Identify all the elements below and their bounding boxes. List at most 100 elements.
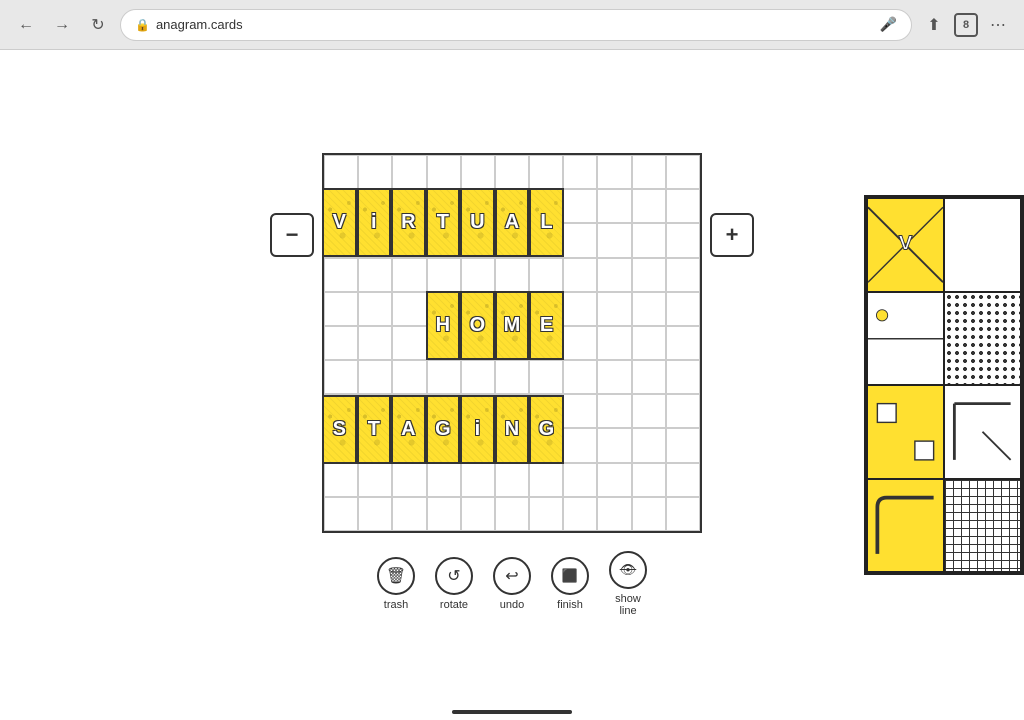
grid-cell [427,463,461,497]
grid-cell [427,155,461,189]
preview-cell-4 [944,292,1021,386]
grid-cell [495,155,529,189]
zoom-grid-row: − V i R T U A L H [270,153,754,533]
finish-label: finish [557,599,583,611]
tile-g2: G [529,395,564,464]
grid-cell [358,155,392,189]
rotate-tool[interactable]: ↺ rotate [435,557,473,611]
grid-cell [529,155,563,189]
preview-cell-8 [944,479,1021,573]
grid-cell [324,360,358,394]
browser-chrome: ← → ↻ 🔒 anagram.cards 🎤 ⬆ 8 ⋯ [0,0,1024,50]
tile-i: i [357,188,392,257]
grid-cell [324,326,358,360]
grid-cell [392,258,426,292]
grid-cell [666,292,700,326]
tile-g: G [426,395,461,464]
back-button[interactable]: ← [12,11,40,39]
address-bar[interactable]: 🔒 anagram.cards 🎤 [120,9,912,41]
grid-cell [563,326,597,360]
menu-button[interactable]: ⋯ [984,11,1012,39]
forward-button[interactable]: → [48,11,76,39]
tile-a: A [495,188,530,257]
grid-cell [358,360,392,394]
finish-icon: ⬛ [551,557,589,595]
zoom-out-button[interactable]: − [270,213,314,257]
word-home: H O M E [426,291,564,360]
tab-count[interactable]: 8 [954,13,978,37]
grid-cell [358,463,392,497]
tile-v: V [322,188,357,257]
show-line-tool[interactable]: 👁 showline [609,551,647,617]
grid-cell [563,155,597,189]
grid-cell [427,360,461,394]
tile-a2: A [391,395,426,464]
preview-svg-3 [868,293,943,385]
grid-cell [392,326,426,360]
grid-cell [392,292,426,326]
grid-cell [666,497,700,531]
grid-cell [461,155,495,189]
grid-cell [632,463,666,497]
preview-panel: V [864,195,1024,575]
tile-m: M [495,291,530,360]
grid-cell [632,360,666,394]
grid-cell [632,292,666,326]
finish-tool[interactable]: ⬛ finish [551,557,589,611]
tile-l: L [529,188,564,257]
rotate-icon: ↺ [435,557,473,595]
grid-cell [495,463,529,497]
grid-cell [563,463,597,497]
tile-r: R [391,188,426,257]
grid-cell [597,155,631,189]
browser-toolbar-right: ⬆ 8 ⋯ [920,11,1012,39]
grid-cell [666,258,700,292]
word-virtual: V i R T U A L [322,188,702,257]
grid-cell [666,360,700,394]
grid-cell [392,155,426,189]
preview-svg-6 [945,386,1020,478]
preview-cell-3 [867,292,944,386]
main-content: − V i R T U A L H [0,50,1024,720]
lock-icon: 🔒 [135,18,150,32]
zoom-in-button[interactable]: + [710,213,754,257]
grid-cell [563,360,597,394]
undo-tool[interactable]: ↩ undo [493,557,531,611]
canvas-area: − V i R T U A L H [270,153,754,617]
grid-cell [358,258,392,292]
undo-icon: ↩ [493,557,531,595]
grid-cell [358,326,392,360]
home-indicator [452,710,572,714]
grid-cell [461,497,495,531]
rotate-label: rotate [440,599,468,611]
tile-s: S [322,395,357,464]
preview-cell-2 [944,198,1021,292]
grid-cell [427,258,461,292]
refresh-button[interactable]: ↻ [84,11,112,39]
word-staging: S T A G i N G [322,395,702,464]
svg-text:V: V [899,231,913,254]
grid-cell [461,463,495,497]
grid-cell [529,360,563,394]
trash-tool[interactable]: 🗑 trash [377,557,415,611]
preview-cell-7 [867,479,944,573]
mic-button[interactable]: 🎤 [880,16,897,33]
grid-cell [495,497,529,531]
grid-cell [529,463,563,497]
preview-cell-5 [867,385,944,479]
preview-svg-7 [868,480,943,572]
tile-n: N [495,395,530,464]
preview-cell-6 [944,385,1021,479]
tile-e: E [529,291,564,360]
grid-cell [461,360,495,394]
grid-cell [632,155,666,189]
share-button[interactable]: ⬆ [920,11,948,39]
preview-svg-1: V [868,199,943,291]
show-line-icon: 👁 [609,551,647,589]
grid-cell [529,497,563,531]
grid-cell [597,497,631,531]
grid-cell [597,463,631,497]
grid-cell [324,292,358,326]
grid-cell [324,258,358,292]
show-line-label: showline [615,593,641,617]
